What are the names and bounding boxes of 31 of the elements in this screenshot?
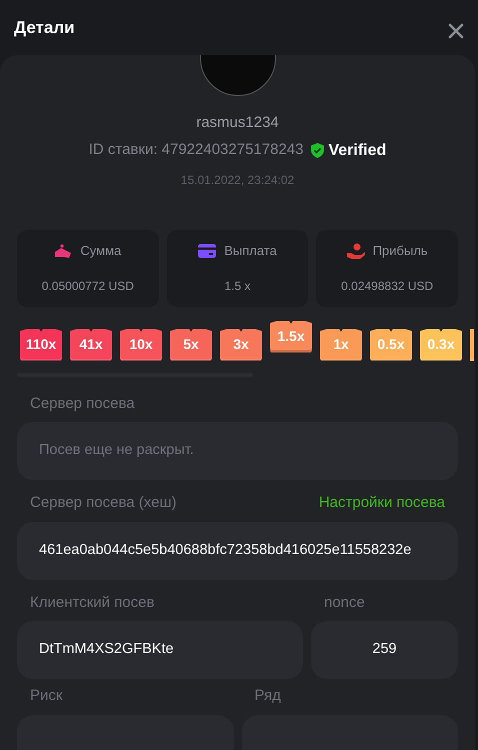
multiplier-tile[interactable]: 0.3x bbox=[420, 328, 462, 360]
multiplier-tile[interactable]: 3x bbox=[220, 328, 262, 360]
field-label: Ряд bbox=[254, 686, 282, 706]
stat-value: 0.02498832 USD bbox=[341, 278, 434, 295]
verified-label: Verified bbox=[328, 140, 386, 160]
multiplier-tile[interactable]: 110x bbox=[20, 328, 62, 360]
multiplier-tile[interactable]: 41x bbox=[70, 328, 112, 360]
multiplier-tile[interactable]: 1x bbox=[320, 328, 362, 360]
multiplier-tile[interactable]: 10x bbox=[120, 328, 162, 360]
placeholder-text: Посев еще не раскрыт. bbox=[39, 441, 194, 460]
stat-value: 0.05000772 USD bbox=[42, 278, 134, 295]
stat-label: Сумма bbox=[80, 242, 122, 260]
stat-label: Прибыль bbox=[372, 242, 428, 260]
stat-label: Выплата bbox=[224, 242, 277, 260]
multiplier-tile[interactable]: 0.5x bbox=[370, 328, 412, 360]
field-label: Сервер посева (хеш) bbox=[30, 493, 176, 513]
client-seed-field: DtTmM4XS2GFBKte bbox=[17, 621, 303, 679]
field-label: Сервер посева bbox=[30, 394, 136, 414]
username: rasmus1234 bbox=[195, 113, 280, 133]
field-label: Риск bbox=[30, 686, 64, 706]
server-seed-hash-field: 461ea0ab044c5e5b40688bfc72358bd416025e11558232e bbox=[17, 522, 458, 580]
field-label: nonce bbox=[324, 592, 366, 612]
stat-value: 1.5 x bbox=[224, 278, 251, 295]
multiplier-tile[interactable]: 5x bbox=[170, 328, 212, 360]
nonce-field: 259 bbox=[311, 621, 458, 679]
dialog-title: Детали bbox=[14, 16, 75, 39]
seed-settings-link[interactable]: Настройки посева bbox=[318, 492, 445, 514]
bet-id: ID ставки: 47922403275178243 bbox=[88, 140, 304, 160]
bet-date: 15.01.2022, 23:24:02 bbox=[180, 172, 296, 188]
multiplier-tile[interactable]: 1.5x bbox=[270, 320, 312, 352]
field-label: Клиентский посев bbox=[30, 592, 156, 612]
